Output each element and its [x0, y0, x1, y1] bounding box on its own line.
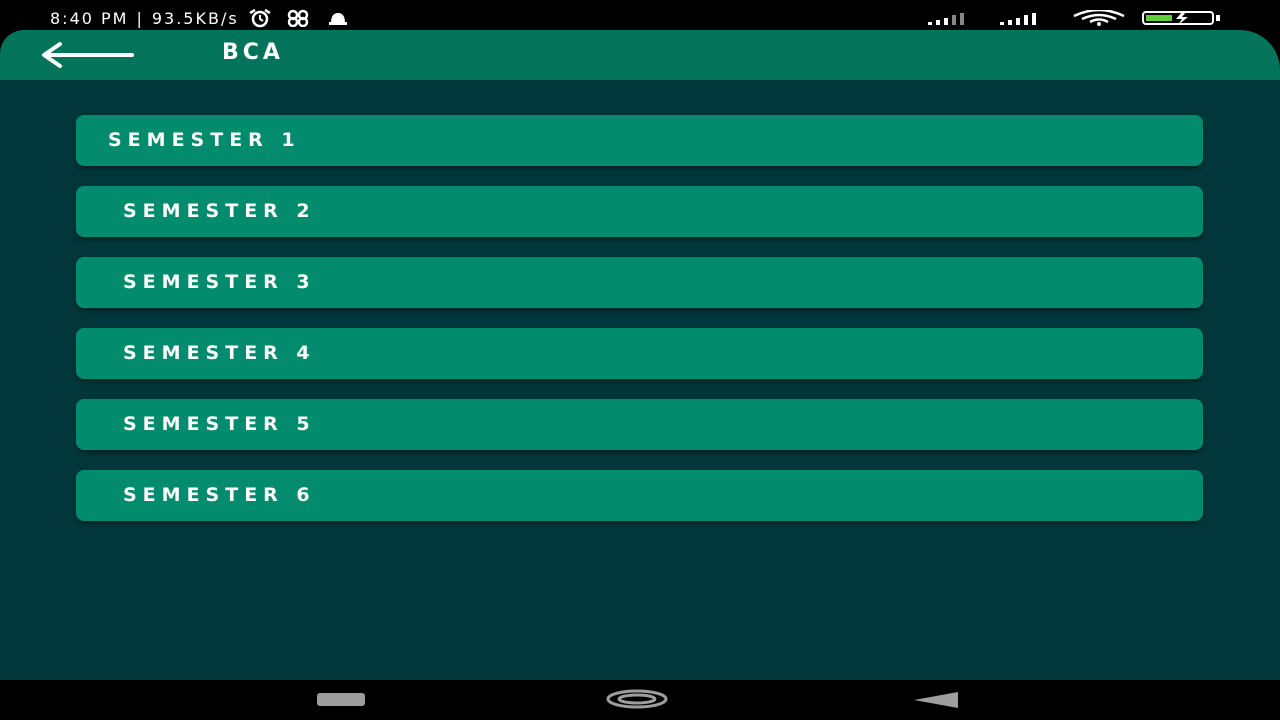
semester-list: SEMESTER 1 SEMESTER 2 SEMESTER 3 SEMESTE…	[76, 115, 1203, 541]
alarm-icon	[247, 8, 273, 28]
status-right	[928, 10, 1222, 26]
arrow-left-icon	[42, 42, 134, 68]
semester-label: SEMESTER 1	[108, 129, 301, 151]
back-triangle-icon[interactable]	[912, 690, 960, 710]
wifi-icon	[1072, 10, 1126, 26]
status-separator: |	[136, 8, 144, 28]
semester-item-6[interactable]: SEMESTER 6	[76, 470, 1203, 521]
system-nav-bar	[0, 680, 1280, 720]
recents-icon[interactable]	[317, 693, 365, 706]
page-title: BCA	[222, 40, 284, 65]
status-time: 8:40 PM	[50, 8, 129, 28]
status-left: 8:40 PM | 93.5KB/s	[50, 8, 353, 28]
semester-item-3[interactable]: SEMESTER 3	[76, 257, 1203, 308]
battery-charging-icon	[1142, 10, 1222, 26]
semester-item-2[interactable]: SEMESTER 2	[76, 186, 1203, 237]
app-bar: BCA	[0, 30, 1280, 80]
semester-item-1[interactable]: SEMESTER 1	[76, 115, 1203, 166]
semester-label: SEMESTER 3	[123, 271, 316, 293]
back-button[interactable]	[40, 42, 136, 68]
status-network-speed: 93.5KB/s	[151, 8, 239, 28]
signal-strength-2-icon	[1000, 11, 1056, 25]
content-area: SEMESTER 1 SEMESTER 2 SEMESTER 3 SEMESTE…	[0, 80, 1280, 680]
semester-label: SEMESTER 4	[123, 342, 316, 364]
screen: 8:40 PM | 93.5KB/s BCA SEMESTER 1 SEMEST…	[0, 0, 1280, 720]
pinwheel-icon	[281, 9, 315, 27]
semester-item-5[interactable]: SEMESTER 5	[76, 399, 1203, 450]
semester-item-4[interactable]: SEMESTER 4	[76, 328, 1203, 379]
semester-label: SEMESTER 6	[123, 484, 316, 506]
notification-bell-icon	[323, 9, 353, 27]
semester-label: SEMESTER 2	[123, 200, 316, 222]
home-icon[interactable]	[606, 689, 668, 709]
signal-strength-icon	[928, 11, 984, 25]
semester-label: SEMESTER 5	[123, 413, 316, 435]
